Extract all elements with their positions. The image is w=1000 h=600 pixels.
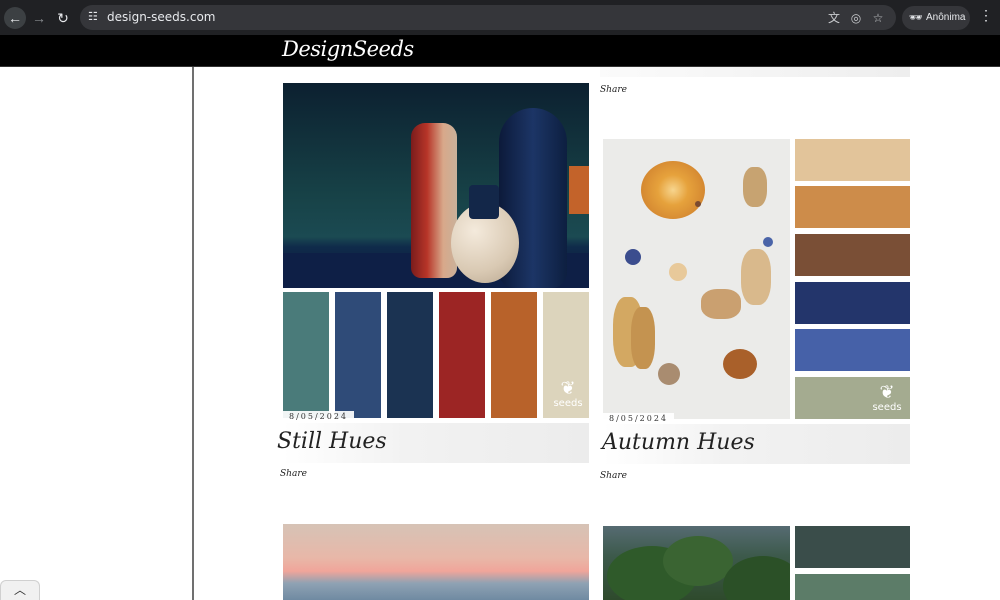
forward-icon[interactable]: → [28, 7, 50, 29]
sidebar-divider [192, 67, 194, 600]
swatch-3[interactable] [795, 234, 910, 276]
still-hues-photo[interactable] [283, 83, 589, 288]
browser-toolbar: ← → ↻ ☷ design-seeds.com 文 ◎ ☆ 🕶 Anônima… [0, 0, 1000, 35]
swatch-2[interactable] [795, 574, 910, 600]
share-link[interactable]: Share [600, 85, 627, 95]
swatch-1[interactable] [795, 139, 910, 181]
site-info-icon[interactable]: ☷ [88, 11, 101, 24]
address-bar[interactable]: ☷ design-seeds.com 文 ◎ ☆ [80, 5, 896, 30]
profile-button[interactable]: 🕶 Anônima [902, 6, 970, 30]
seeds-leaf-icon: ❦ [560, 378, 576, 399]
translate-icon[interactable]: 文 [827, 11, 841, 25]
swatch-1[interactable] [283, 292, 329, 418]
back-icon[interactable]: ← [4, 7, 26, 29]
post-date: 8/05/2024 [283, 411, 355, 423]
chevron-up-icon: ︿ [13, 583, 26, 597]
card-title[interactable]: Still Hues [277, 429, 387, 454]
seeds-logo: ❦ seeds [870, 382, 904, 414]
profile-label: Anônima [926, 12, 966, 23]
previous-title-band [600, 67, 910, 77]
seeds-label: seeds [872, 402, 902, 413]
share-link[interactable]: Share [600, 471, 627, 481]
share-link[interactable]: Share [280, 469, 307, 479]
swatch-5[interactable] [491, 292, 537, 418]
scroll-to-top-button[interactable]: ︿ [0, 580, 40, 600]
swatch-1[interactable] [795, 526, 910, 568]
swatch-3[interactable] [387, 292, 433, 418]
seeds-label: seeds [553, 398, 583, 409]
url-text[interactable]: design-seeds.com [107, 10, 215, 24]
next-post-photo[interactable] [283, 524, 589, 600]
swatch-4[interactable] [795, 282, 910, 324]
reload-icon[interactable]: ↻ [52, 7, 74, 29]
menu-icon[interactable]: ⋮ [979, 7, 993, 24]
swatch-4[interactable] [439, 292, 485, 418]
swatch-5[interactable] [795, 329, 910, 371]
site-logo[interactable]: DesignSeeds [282, 37, 414, 61]
swatch-2[interactable] [795, 186, 910, 228]
incognito-icon: 🕶 [909, 12, 923, 24]
eye-off-icon[interactable]: ◎ [849, 11, 863, 25]
site-header: DesignSeeds [0, 35, 1000, 67]
seeds-logo: ❦ seeds [551, 378, 585, 410]
swatch-2[interactable] [335, 292, 381, 418]
autumn-hues-photo[interactable] [603, 139, 790, 419]
next-post-photo[interactable] [603, 526, 790, 600]
seeds-leaf-icon: ❦ [879, 382, 895, 403]
card-title[interactable]: Autumn Hues [602, 430, 755, 455]
star-icon[interactable]: ☆ [871, 11, 885, 25]
